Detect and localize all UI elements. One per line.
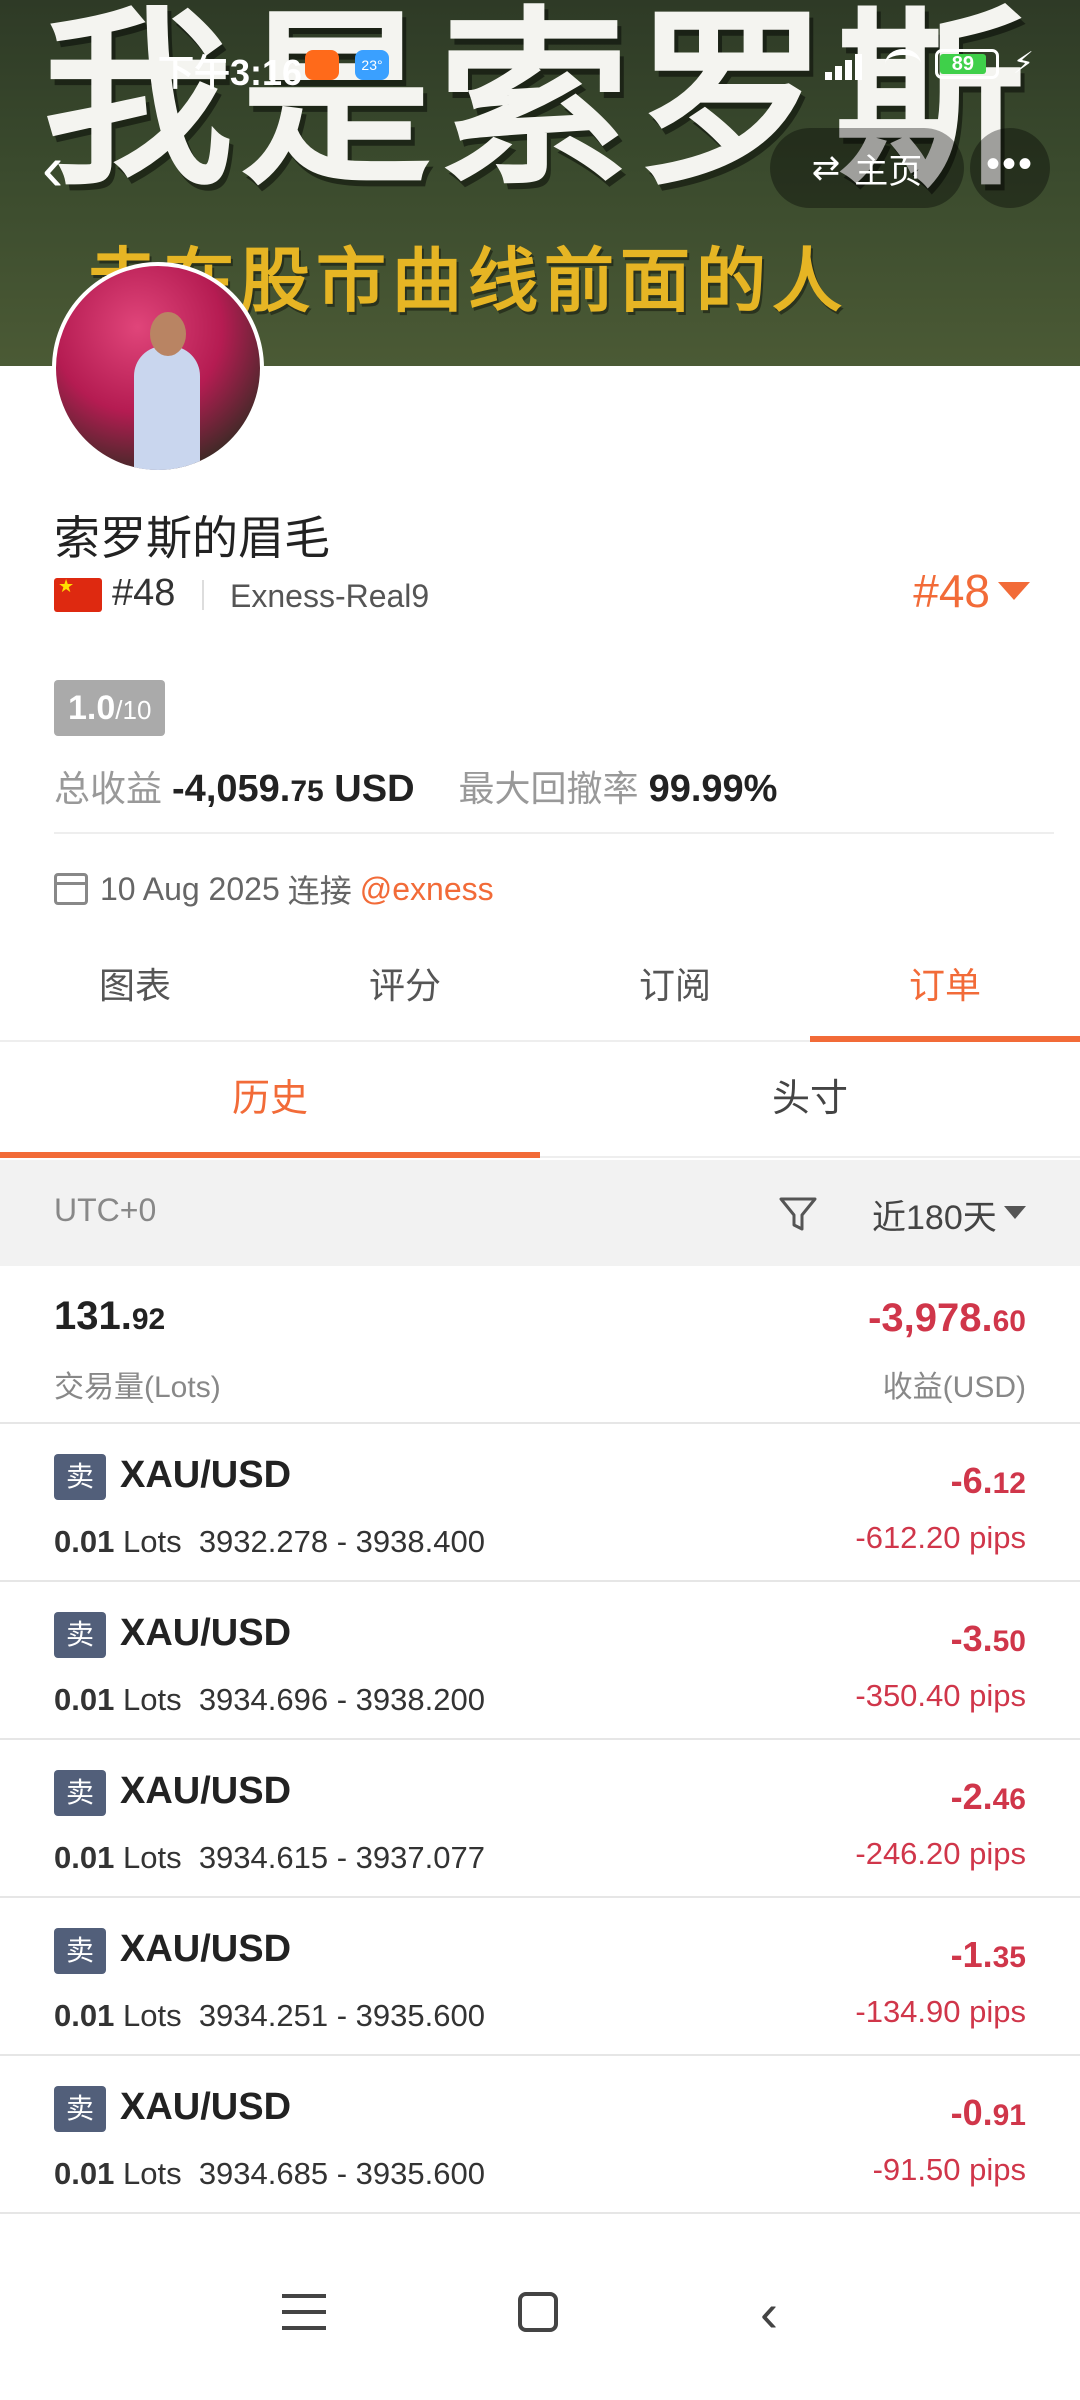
filter-bar: UTC+0 近180天 xyxy=(0,1160,1080,1266)
swap-icon: ⇄ xyxy=(811,149,841,187)
sell-badge: 卖 xyxy=(54,1928,106,1974)
trade-pips: -91.50 pips xyxy=(872,2152,1026,2187)
weather-icon: 23° xyxy=(355,50,389,80)
wifi-icon xyxy=(884,48,921,79)
system-navigation: ‹ xyxy=(0,2250,1080,2400)
trade-row[interactable]: 卖 XAU/USD 0.01 Lots 3932.278 - 3938.400 … xyxy=(0,1424,1080,1582)
lots-label: 交易量(Lots) xyxy=(54,1371,221,1404)
tab-history[interactable]: 历史 xyxy=(0,1062,540,1158)
score-max: /10 xyxy=(115,695,152,725)
trade-pips: -612.20 pips xyxy=(855,1520,1026,1555)
trade-row[interactable]: 卖 XAU/USD 0.01 Lots 3934.251 - 3935.600 … xyxy=(0,1898,1080,2056)
home-icon[interactable] xyxy=(518,2292,558,2332)
funnel-icon[interactable] xyxy=(778,1194,818,1234)
total-profit-label: 总收益 xyxy=(54,768,163,809)
trade-profit: -3.50 xyxy=(950,1618,1026,1659)
more-button[interactable]: ••• xyxy=(970,128,1050,208)
avatar[interactable] xyxy=(52,262,264,474)
connect-row: 10 Aug 2025 连接 @exness xyxy=(54,866,494,912)
tab-orders[interactable]: 订单 xyxy=(810,946,1080,1042)
trade-lots: 0.01 Lots 3932.278 - 3938.400 xyxy=(54,1524,485,1559)
stats-row: 总收益 -4,059.75 USD 最大回撤率 99.99% xyxy=(54,760,777,812)
rank-label: #48 xyxy=(112,572,176,614)
summary-row: 131.92 交易量(Lots) -3,978.60 收益(USD) xyxy=(0,1266,1080,1424)
trade-profit: -0.91 xyxy=(950,2092,1026,2133)
trade-pips: -246.20 pips xyxy=(855,1836,1026,1871)
trade-profit: -2.46 xyxy=(950,1776,1026,1817)
sub-tabs: 历史 头寸 xyxy=(0,1062,1080,1158)
trade-symbol: XAU/USD xyxy=(120,1928,292,1970)
trade-row[interactable]: 卖 XAU/USD 0.01 Lots 3934.615 - 3937.077 … xyxy=(0,1740,1080,1898)
divider xyxy=(54,832,1054,834)
sell-badge: 卖 xyxy=(54,1612,106,1658)
back-nav-icon[interactable]: ‹ xyxy=(760,2286,778,2340)
back-button[interactable]: ‹ xyxy=(42,128,98,208)
divider xyxy=(202,580,204,610)
total-profit-value: -4,059.75 USD xyxy=(172,768,415,810)
battery-level: 89 xyxy=(939,53,986,74)
menu-icon[interactable] xyxy=(282,2294,326,2330)
range-select[interactable]: 近180天 xyxy=(872,1190,997,1239)
trade-lots: 0.01 Lots 3934.251 - 3935.600 xyxy=(54,1998,485,2033)
main-tabs: 图表 评分 订阅 订单 xyxy=(0,946,1080,1042)
score-badge: 1.0/10 xyxy=(54,680,166,736)
lots-total: 131.92 xyxy=(54,1294,166,1338)
connect-date: 10 Aug 2025 xyxy=(100,870,280,907)
back-icon: ‹ xyxy=(42,132,64,204)
trade-profit: -6.12 xyxy=(950,1460,1026,1501)
broker-link[interactable]: @exness xyxy=(360,871,494,908)
signal-icon xyxy=(824,48,871,80)
calendar-icon xyxy=(54,873,88,905)
score-value: 1.0 xyxy=(68,689,116,727)
trade-row[interactable]: 卖 XAU/USD 0.01 Lots 3934.685 - 3935.600 … xyxy=(0,2056,1080,2214)
profile-name: 索罗斯的眉毛 xyxy=(54,512,330,564)
trade-symbol: XAU/USD xyxy=(120,1454,292,1496)
trade-pips: -134.90 pips xyxy=(855,1994,1026,2029)
tab-rating[interactable]: 评分 xyxy=(270,946,540,1040)
more-icon: ••• xyxy=(985,142,1034,186)
trade-pips: -350.40 pips xyxy=(855,1678,1026,1713)
trade-lots: 0.01 Lots 3934.615 - 3937.077 xyxy=(54,1840,485,1875)
rank-dropdown-icon[interactable] xyxy=(998,582,1030,600)
status-icons: 89 ⚡ xyxy=(824,46,1034,81)
max-drawdown-label: 最大回撤率 xyxy=(458,768,639,809)
sell-badge: 卖 xyxy=(54,1770,106,1816)
trade-row[interactable]: 卖 XAU/USD 0.01 Lots 3934.696 - 3938.200 … xyxy=(0,1582,1080,1740)
profit-total: -3,978.60 xyxy=(868,1296,1026,1340)
timezone-label: UTC+0 xyxy=(54,1192,157,1228)
sell-badge: 卖 xyxy=(54,1454,106,1500)
home-button-label: 主页 xyxy=(854,152,923,191)
tab-chart[interactable]: 图表 xyxy=(0,946,270,1040)
profit-label: 收益(USD) xyxy=(882,1371,1026,1404)
status-time: 下午3:16 xyxy=(158,52,303,93)
tab-positions[interactable]: 头寸 xyxy=(540,1062,1080,1156)
trade-profit: -1.35 xyxy=(950,1934,1026,1975)
flag-icon xyxy=(54,576,102,612)
charging-icon: ⚡ xyxy=(1012,47,1034,80)
trade-lots: 0.01 Lots 3934.696 - 3938.200 xyxy=(54,1682,485,1717)
max-drawdown-value: 99.99% xyxy=(648,768,778,810)
recording-icon xyxy=(305,50,339,80)
account-name: Exness-Real9 xyxy=(230,578,430,614)
sell-badge: 卖 xyxy=(54,2086,106,2132)
trade-symbol: XAU/USD xyxy=(120,2086,292,2128)
trade-lots: 0.01 Lots 3934.685 - 3935.600 xyxy=(54,2156,485,2191)
battery-icon: 89 xyxy=(934,48,999,79)
trade-symbol: XAU/USD xyxy=(120,1770,292,1812)
chevron-down-icon[interactable] xyxy=(1004,1206,1026,1219)
connect-label: 连接 xyxy=(287,873,352,909)
home-button[interactable]: ⇄ 主页 xyxy=(770,128,964,208)
rank-large[interactable]: #48 xyxy=(913,564,990,618)
trade-symbol: XAU/USD xyxy=(120,1612,292,1654)
tab-subscribe[interactable]: 订阅 xyxy=(540,946,810,1040)
